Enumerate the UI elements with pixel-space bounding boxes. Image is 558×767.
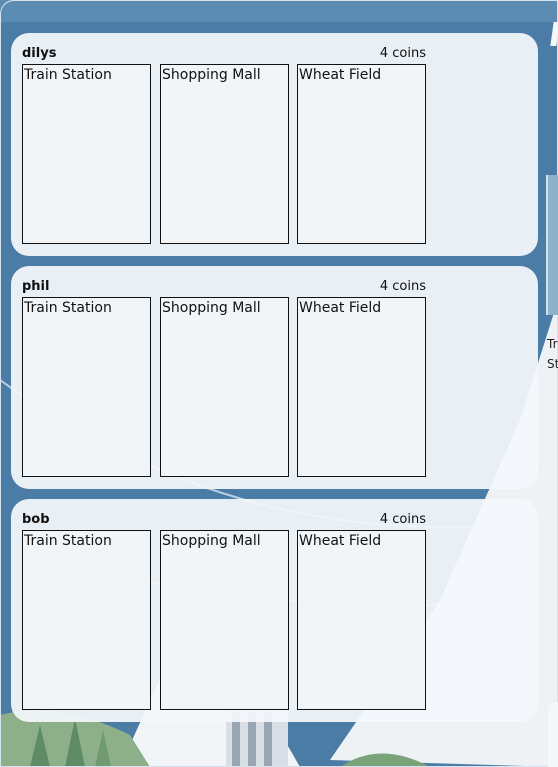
card-name: Shopping Mall [162, 67, 261, 83]
coin-count: 4 coins [379, 46, 426, 61]
card-name: Shopping Mall [162, 300, 261, 316]
player-panel-bob: bob 4 coins Train Station Shopping Mall … [11, 499, 538, 722]
card-train-station[interactable]: Train Station [22, 64, 151, 244]
player-panel-phil: phil 4 coins Train Station Shopping Mall… [11, 266, 538, 489]
player-name: phil [22, 279, 50, 294]
coin-count: 4 coins [379, 279, 426, 294]
card-wheat-field[interactable]: Wheat Field [297, 64, 426, 244]
side-panel-edge [548, 702, 558, 767]
player-name: bob [22, 512, 50, 527]
side-card-text-line-2: St [547, 357, 558, 371]
card-name: Shopping Mall [162, 533, 261, 549]
player-panel-dilys: dilys 4 coins Train Station Shopping Mal… [11, 33, 538, 256]
player-header: phil 4 coins [22, 279, 426, 297]
card-name: Wheat Field [299, 67, 382, 83]
card-train-station[interactable]: Train Station [22, 297, 151, 477]
card-wheat-field[interactable]: Wheat Field [297, 530, 426, 710]
card-train-station[interactable]: Train Station [22, 530, 151, 710]
card-shopping-mall[interactable]: Shopping Mall [160, 297, 289, 477]
player-header: bob 4 coins [22, 512, 426, 530]
side-card-edge [546, 175, 558, 315]
player-header: dilys 4 coins [22, 46, 426, 64]
card-name: Wheat Field [299, 533, 382, 549]
card-wheat-field[interactable]: Wheat Field [297, 297, 426, 477]
card-name: Train Station [24, 300, 112, 316]
side-card-text-line-1: Tr [547, 337, 558, 351]
coin-count: 4 coins [379, 512, 426, 527]
card-name: Train Station [24, 67, 112, 83]
card-shopping-mall[interactable]: Shopping Mall [160, 530, 289, 710]
card-shopping-mall[interactable]: Shopping Mall [160, 64, 289, 244]
player-name: dilys [22, 46, 57, 61]
card-name: Train Station [24, 533, 112, 549]
card-name: Wheat Field [299, 300, 382, 316]
